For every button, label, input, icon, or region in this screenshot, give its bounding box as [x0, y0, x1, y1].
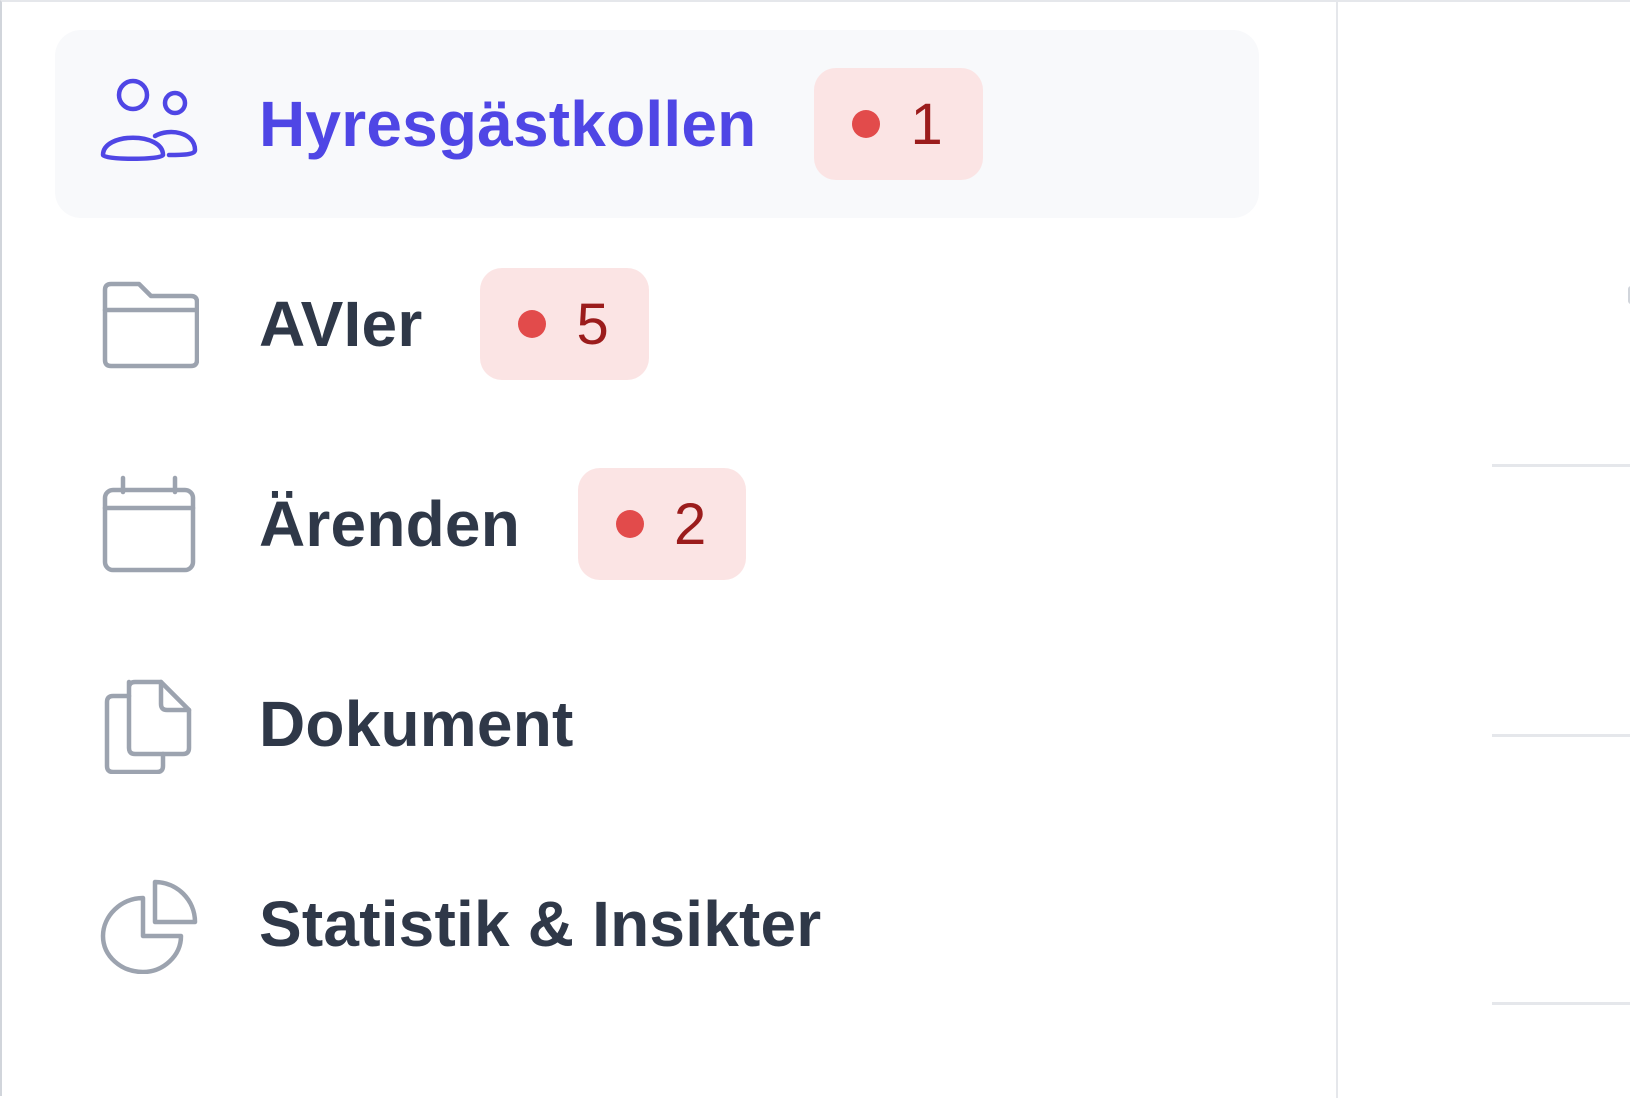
sidebar-nav: Hyresgästkollen 1 AVIer 5 Ärenden 2 Doku… — [2, 2, 1336, 1098]
badge-dot-icon — [518, 310, 547, 338]
sidebar-item-label: Statistik & Insikter — [259, 888, 822, 960]
calendar-icon — [99, 474, 199, 574]
sidebar-item-label: Ärenden — [259, 488, 520, 560]
users-icon — [99, 74, 199, 174]
badge-dot-icon — [616, 510, 644, 538]
row-divider — [1492, 1002, 1630, 1005]
sidebar-item-label: Hyresgästkollen — [259, 88, 757, 160]
folder-icon — [99, 274, 199, 374]
sidebar-item-statistik[interactable]: Statistik & Insikter — [55, 830, 1259, 1018]
main-content — [1338, 2, 1630, 1098]
sidebar-item-arenden[interactable]: Ärenden 2 — [55, 430, 1259, 618]
badge-dot-icon — [852, 110, 881, 138]
app-window: Hyresgästkollen 1 AVIer 5 Ärenden 2 Doku… — [0, 0, 1630, 1098]
chart-pie-icon — [99, 874, 199, 974]
badge-count: 2 — [674, 491, 707, 557]
sidebar-item-label: Dokument — [259, 688, 574, 760]
sidebar-item-avier[interactable]: AVIer 5 — [55, 230, 1259, 418]
row-divider — [1492, 734, 1630, 737]
badge-count: 5 — [576, 291, 609, 357]
badge-count: 1 — [910, 91, 943, 157]
row-divider — [1492, 464, 1630, 467]
sidebar-item-label: AVIer — [259, 288, 423, 360]
notification-badge: 5 — [480, 268, 649, 380]
documents-icon — [99, 674, 199, 774]
notification-badge: 1 — [814, 68, 983, 180]
notification-badge: 2 — [578, 468, 747, 580]
sidebar-item-dokument[interactable]: Dokument — [55, 630, 1259, 818]
sidebar-item-hyresgastkollen[interactable]: Hyresgästkollen 1 — [55, 30, 1259, 218]
